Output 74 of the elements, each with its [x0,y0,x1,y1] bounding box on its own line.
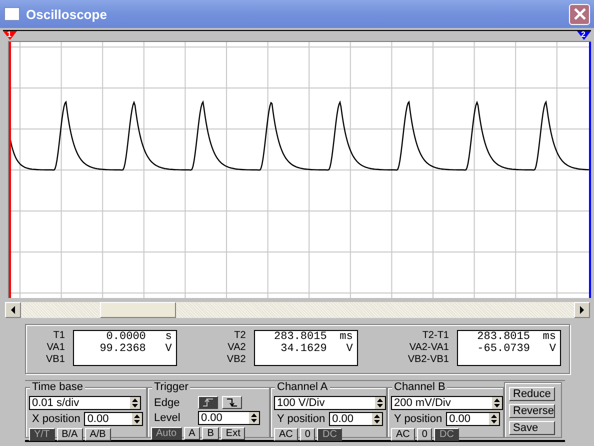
scale-field[interactable]: 200 mV/Div [391,396,503,410]
readout-value: 0.0000 [105,331,146,343]
coupling-button[interactable]: AC [274,428,298,441]
window-icon [4,7,20,21]
field-label: X position [31,413,80,425]
trigger-source-button[interactable]: Ext [220,427,246,440]
readout-label: T2 [234,330,246,342]
spin-arrows-icon [489,413,499,425]
close-button[interactable] [569,4,590,24]
position-field[interactable]: 0.00 [84,412,143,426]
spin-arrows-icon [132,413,142,425]
group-title: Time base [30,381,85,393]
group-title: Channel A [275,381,330,393]
edge-button[interactable] [222,396,242,409]
trigger-source-button[interactable]: A [184,427,200,440]
readout-label: VB1 [46,354,65,366]
coupling-button[interactable]: 0 [300,428,316,441]
readout-value: 283.8015 [273,331,327,343]
position-field[interactable]: 0.00 [446,412,500,426]
scale-field[interactable]: 0.01 s/div [29,396,141,410]
window-title: Oscilloscope [26,6,108,22]
readout-value: 34.1629 [280,343,327,355]
mode-button[interactable]: B/A [56,428,83,441]
action-button[interactable]: Save [509,421,555,435]
readout-label: VA2 [228,342,246,354]
mode-button[interactable]: A/B [84,428,111,441]
readout-label: VA2-VA1 [409,342,449,354]
spin-arrows-icon [372,413,382,425]
readout-label: T2-T1 [422,330,449,342]
field-label: Edge [153,396,181,408]
rising-edge-icon [202,398,214,407]
action-button[interactable]: Reduce [509,387,555,401]
scroll-right-button[interactable] [574,302,590,318]
field-label: Level [153,412,182,424]
readout-label: VB2-VB1 [408,354,449,366]
action-button[interactable]: Reverse [509,404,555,418]
level-field[interactable]: 0.00 [198,411,260,425]
scroll-left-button[interactable] [5,302,21,318]
readout-unit: V [345,343,353,355]
coupling-button[interactable]: 0 [416,428,432,441]
field-label: Y position [393,413,442,425]
field-label: Y position [276,413,326,425]
readout-unit: V [548,343,556,355]
edge-button[interactable] [198,396,218,409]
trigger-source-button[interactable]: Auto [151,427,182,440]
position-field[interactable]: 0.00 [329,412,383,426]
group-title: Channel B [392,381,448,393]
readout-label: VA1 [46,342,65,354]
group-title: Trigger [152,381,190,393]
readout-label: T1 [53,330,65,342]
scale-field[interactable]: 100 V/Div [274,396,386,410]
readout-value: 283.8015 [476,331,530,343]
falling-edge-icon [226,398,238,407]
readout-unit: ms [338,331,353,343]
readout-unit: s [164,331,172,343]
readout-label: VB2 [226,354,246,366]
left-arrow-icon [10,306,16,314]
horizontal-scrollbar[interactable] [5,302,590,318]
readout-value: -65.0739 [476,343,530,355]
coupling-button[interactable]: DC [317,428,342,441]
coupling-button[interactable]: DC [434,428,459,441]
trigger-source-button[interactable]: B [202,427,219,440]
right-arrow-icon [579,306,585,314]
scroll-thumb[interactable] [100,302,176,318]
spin-arrows-icon [375,397,385,409]
readout-unit: V [164,343,172,355]
readout-unit: ms [542,331,556,343]
close-icon [572,7,586,21]
spin-arrows-icon [492,397,502,409]
mode-button[interactable]: Y/T [29,428,55,441]
readout-value: 99.2368 [98,343,146,355]
coupling-button[interactable]: AC [391,428,415,441]
spin-arrows-icon [249,412,259,424]
spin-arrows-icon [130,397,140,409]
